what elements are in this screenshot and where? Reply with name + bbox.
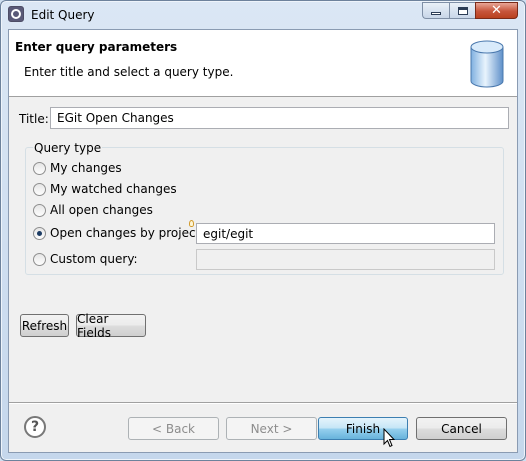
option-all-open-changes[interactable]: All open changes: [33, 203, 153, 217]
open-changes-by-project-radio[interactable]: [33, 226, 46, 240]
maximize-button[interactable]: [449, 2, 475, 19]
cancel-button[interactable]: Cancel: [416, 417, 507, 440]
my-changes-label: My changes: [50, 161, 122, 175]
app-icon: [8, 6, 24, 22]
query-type-legend: Query type: [33, 141, 103, 155]
window-title: Edit Query: [31, 8, 95, 22]
my-changes-radio[interactable]: [33, 161, 46, 175]
option-open-changes-by-project[interactable]: Open changes by project:: [33, 226, 204, 240]
mouse-cursor-icon: [383, 428, 395, 448]
content-assist-bulb-icon: [189, 220, 194, 227]
edit-query-window: Edit Query ✕ Enter query parameters Ente…: [0, 0, 526, 461]
title-input[interactable]: EGit Open Changes: [50, 107, 509, 129]
banner-description: Enter title and select a query type.: [24, 65, 234, 79]
custom-query-input[interactable]: [196, 249, 495, 270]
custom-query-radio[interactable]: [33, 252, 46, 266]
minimize-button[interactable]: [422, 2, 449, 19]
all-open-changes-label: All open changes: [50, 203, 153, 217]
dialog-client-area: Enter query parameters Enter title and s…: [8, 29, 518, 453]
open-changes-by-project-label: Open changes by project:: [50, 226, 205, 240]
back-button[interactable]: < Back: [128, 417, 219, 440]
my-watched-changes-radio[interactable]: [33, 182, 46, 196]
wizard-banner: Enter query parameters Enter title and s…: [9, 30, 517, 97]
next-button[interactable]: Next >: [226, 417, 317, 440]
option-my-changes[interactable]: My changes: [33, 161, 122, 175]
banner-title: Enter query parameters: [15, 40, 178, 54]
button-bar-separator: [9, 402, 517, 404]
refresh-button[interactable]: Refresh: [20, 314, 69, 337]
title-label: Title:: [19, 112, 49, 126]
database-icon: [470, 40, 504, 88]
my-watched-changes-label: My watched changes: [50, 182, 177, 196]
custom-query-label: Custom query:: [50, 252, 138, 266]
maximize-icon: [457, 6, 468, 15]
option-custom-query[interactable]: Custom query:: [33, 252, 138, 266]
option-my-watched-changes[interactable]: My watched changes: [33, 182, 177, 196]
clear-fields-button[interactable]: Clear Fields: [76, 312, 146, 340]
all-open-changes-radio[interactable]: [33, 203, 46, 217]
help-icon[interactable]: ?: [24, 416, 46, 438]
close-button[interactable]: ✕: [475, 2, 518, 19]
project-input[interactable]: egit/egit: [196, 223, 495, 244]
minimize-icon: [431, 12, 441, 15]
close-icon: ✕: [491, 3, 502, 18]
title-bar[interactable]: Edit Query ✕: [1, 1, 525, 29]
window-controls: ✕: [422, 2, 518, 20]
